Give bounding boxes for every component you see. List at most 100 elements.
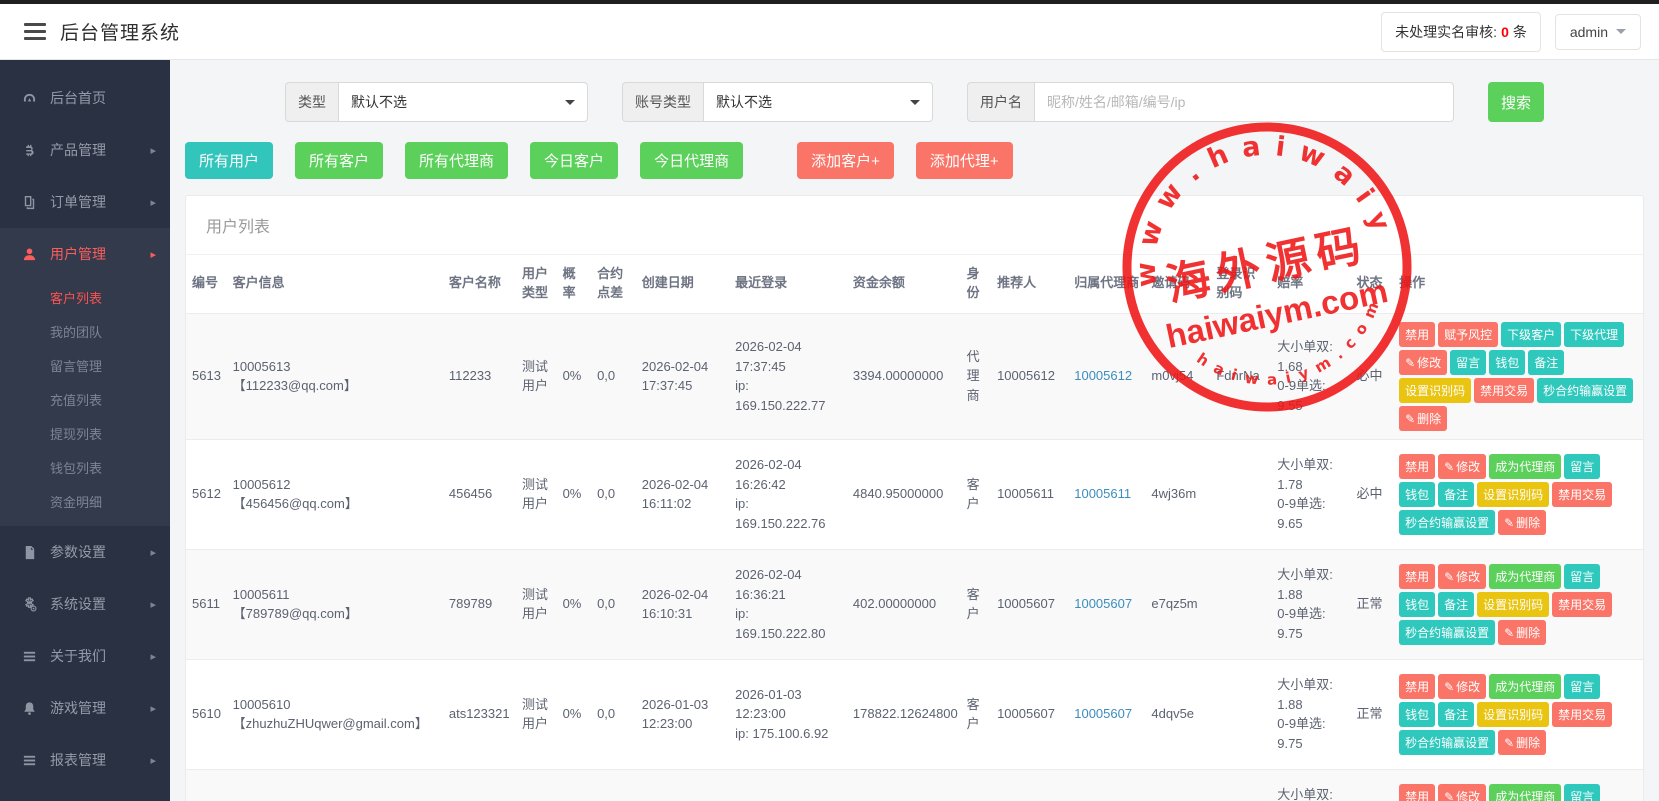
cell-status: 必中	[1350, 313, 1393, 439]
agent-link[interactable]: 10005612	[1074, 368, 1132, 383]
op-button-秒合约输赢设置[interactable]: 秒合约输赢设置	[1399, 730, 1495, 755]
op-button-留言[interactable]: 留言	[1564, 454, 1600, 479]
op-button-禁用交易[interactable]: 禁用交易	[1552, 702, 1612, 727]
sidebar-item-params[interactable]: 参数设置 ▸	[0, 526, 170, 578]
agent-link[interactable]: 10005611	[1074, 486, 1131, 501]
op-button-备注[interactable]: 备注	[1438, 482, 1474, 507]
op-button-秒合约输赢设置[interactable]: 秒合约输赢设置	[1537, 378, 1633, 403]
cell-odds: 大小单双: 1.68 0-9单选: 9.55	[1271, 313, 1350, 439]
op-button-设置识别码[interactable]: 设置识别码	[1477, 592, 1549, 617]
quick-button[interactable]: 今日客户	[530, 142, 618, 179]
sidebar-subitem-wallets[interactable]: 钱包列表	[0, 450, 170, 484]
op-button-禁用交易[interactable]: 禁用交易	[1474, 378, 1534, 403]
cell-referrer: 10005612	[991, 313, 1068, 439]
table-row: 561110005611【789789@qq.com】789789测试用户0%0…	[186, 549, 1643, 659]
cell-invite-code: e7qz5m	[1145, 549, 1210, 659]
cell-balance: 178822.12624800	[847, 659, 961, 769]
op-button-钱包[interactable]: 钱包	[1399, 482, 1435, 507]
admin-dropdown[interactable]: admin	[1555, 14, 1641, 50]
cell-balance: 4840.95000000	[847, 439, 961, 549]
op-button-赋予风控[interactable]: 赋予风控	[1438, 322, 1498, 347]
op-button-删除[interactable]: ✎删除	[1399, 406, 1447, 431]
op-button-钱包[interactable]: 钱包	[1399, 592, 1435, 617]
op-button-备注[interactable]: 备注	[1528, 350, 1564, 375]
op-button-禁用交易[interactable]: 禁用交易	[1552, 482, 1612, 507]
sidebar-item-about[interactable]: 关于我们 ▸	[0, 630, 170, 682]
op-button-备注[interactable]: 备注	[1438, 592, 1474, 617]
quick-button[interactable]: 添加代理+	[916, 142, 1013, 179]
op-button-禁用[interactable]: 禁用	[1399, 784, 1435, 801]
account-type-select[interactable]: 默认不选	[703, 82, 933, 122]
column-header: 合约点差	[591, 255, 636, 313]
sidebar-subitem-withdrawals[interactable]: 提现列表	[0, 416, 170, 450]
agent-link[interactable]: 10005607	[1074, 706, 1132, 721]
sidebar-item-users[interactable]: 用户管理 ▸	[0, 228, 170, 280]
sidebar-item-orders[interactable]: 订单管理 ▸	[0, 176, 170, 228]
op-button-留言[interactable]: 留言	[1564, 784, 1600, 801]
quick-button[interactable]: 添加客户+	[797, 142, 894, 179]
agent-link[interactable]: 10005607	[1074, 596, 1132, 611]
cell-name: 789789	[443, 549, 516, 659]
op-button-下级代理[interactable]: 下级代理	[1564, 322, 1624, 347]
op-button-禁用交易[interactable]: 禁用交易	[1552, 592, 1612, 617]
search-button[interactable]: 搜索	[1488, 82, 1544, 122]
op-button-留言[interactable]: 留言	[1564, 564, 1600, 589]
cell-identity: 客户	[961, 439, 991, 549]
column-header: 邀请码	[1145, 255, 1210, 313]
hamburger-menu-icon[interactable]	[24, 23, 46, 40]
op-button-修改[interactable]: ✎修改	[1438, 454, 1486, 479]
op-button-留言[interactable]: 留言	[1564, 674, 1600, 699]
type-select[interactable]: 默认不选	[338, 82, 588, 122]
op-button-钱包[interactable]: 钱包	[1489, 350, 1525, 375]
cell-invite-code: 4wj36m	[1145, 439, 1210, 549]
sidebar-item-products[interactable]: 产品管理 ▸	[0, 124, 170, 176]
op-button-设置识别码[interactable]: 设置识别码	[1477, 482, 1549, 507]
op-button-秒合约输赢设置[interactable]: 秒合约输赢设置	[1399, 510, 1495, 535]
op-button-成为代理商[interactable]: 成为代理商	[1489, 674, 1561, 699]
op-button-成为代理商[interactable]: 成为代理商	[1489, 454, 1561, 479]
op-button-下级客户[interactable]: 下级客户	[1501, 322, 1561, 347]
op-button-删除[interactable]: ✎删除	[1498, 510, 1546, 535]
audit-badge[interactable]: 未处理实名审核: 0 条	[1381, 12, 1541, 52]
op-button-钱包[interactable]: 钱包	[1399, 702, 1435, 727]
sidebar-item-system[interactable]: 系统设置 ▸	[0, 578, 170, 630]
op-button-删除[interactable]: ✎删除	[1498, 620, 1546, 645]
quick-button[interactable]: 所有用户	[185, 142, 273, 179]
sidebar-item-reports[interactable]: 报表管理 ▸	[0, 734, 170, 786]
op-button-修改[interactable]: ✎修改	[1438, 784, 1486, 801]
username-input[interactable]	[1034, 82, 1454, 122]
op-button-成为代理商[interactable]: 成为代理商	[1489, 784, 1561, 801]
cell-name	[443, 769, 516, 801]
op-button-秒合约输赢设置[interactable]: 秒合约输赢设置	[1399, 620, 1495, 645]
cell-customer-info: 10005610【zhuzhuZHUqwer@gmail.com】	[227, 659, 443, 769]
pencil-icon: ✎	[1444, 460, 1454, 474]
column-header: 赔率	[1271, 255, 1350, 313]
column-header: 状态	[1350, 255, 1393, 313]
op-button-修改[interactable]: ✎修改	[1438, 674, 1486, 699]
quick-button[interactable]: 今日代理商	[640, 142, 743, 179]
op-button-禁用[interactable]: 禁用	[1399, 454, 1435, 479]
sidebar-subitem-funds-detail[interactable]: 资金明细	[0, 484, 170, 518]
sidebar-subitem-messages[interactable]: 留言管理	[0, 348, 170, 382]
op-button-备注[interactable]: 备注	[1438, 702, 1474, 727]
sidebar-subitem-my-team[interactable]: 我的团队	[0, 314, 170, 348]
op-button-删除[interactable]: ✎删除	[1498, 730, 1546, 755]
op-button-留言[interactable]: 留言	[1450, 350, 1486, 375]
op-button-设置识别码[interactable]: 设置识别码	[1477, 702, 1549, 727]
op-button-禁用[interactable]: 禁用	[1399, 674, 1435, 699]
op-button-禁用[interactable]: 禁用	[1399, 564, 1435, 589]
sidebar-subitem-deposits[interactable]: 充值列表	[0, 382, 170, 416]
quick-button[interactable]: 所有代理商	[405, 142, 508, 179]
op-button-修改[interactable]: ✎修改	[1438, 564, 1486, 589]
sidebar-item-games[interactable]: 游戏管理 ▸	[0, 682, 170, 734]
op-button-成为代理商[interactable]: 成为代理商	[1489, 564, 1561, 589]
op-button-禁用[interactable]: 禁用	[1399, 322, 1435, 347]
sidebar-subitem-customer-list[interactable]: 客户列表	[0, 280, 170, 314]
quick-button[interactable]: 所有客户	[295, 142, 383, 179]
table-header-row: 编号客户信息客户名称用户类型概率合约点差创建日期最近登录资金余额身份推荐人归属代…	[186, 255, 1643, 313]
sidebar-item-dashboard[interactable]: 后台首页	[0, 72, 170, 124]
op-button-设置识别码[interactable]: 设置识别码	[1399, 378, 1471, 403]
op-button-修改[interactable]: ✎修改	[1399, 350, 1447, 375]
username-filter-label: 用户名	[967, 82, 1034, 122]
table-row: 大小单双: 1.88 0-9单选: 9.75禁用✎修改成为代理商留言钱包备注设置…	[186, 769, 1643, 801]
